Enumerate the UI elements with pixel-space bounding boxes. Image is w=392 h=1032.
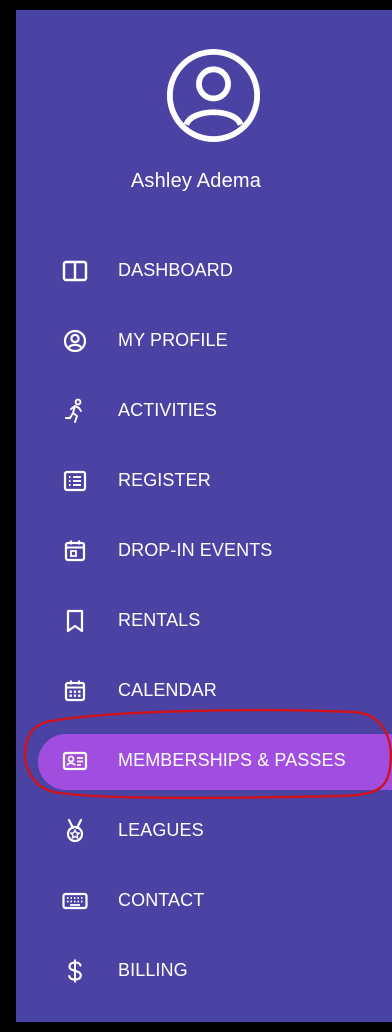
user-profile[interactable]: Ashley Adema <box>16 10 376 230</box>
user-name: Ashley Adema <box>130 170 262 192</box>
nav-item-register[interactable]: REGISTER <box>16 456 392 506</box>
nav-label: MEMBERSHIPS & PASSES <box>118 750 346 770</box>
nav-item-memberships-passes[interactable]: MEMBERSHIPS & PASSES <box>16 734 392 790</box>
nav-label: REGISTER <box>118 470 211 490</box>
nav-label: CALENDAR <box>118 680 217 700</box>
dollar-icon <box>61 957 89 985</box>
nav-label: CONTACT <box>118 890 205 910</box>
nav-label: DASHBOARD <box>118 260 233 280</box>
medal-icon <box>61 817 89 845</box>
bookmark-icon <box>61 607 89 635</box>
nav-item-leagues[interactable]: LEAGUES <box>16 806 392 856</box>
list-icon <box>61 467 89 495</box>
nav-item-calendar[interactable]: CALENDAR <box>16 666 392 716</box>
running-person-icon <box>61 397 89 425</box>
dashboard-icon <box>61 257 89 285</box>
sidebar: Ashley Adema DASHBOARD MY PROFILE ACTIVI… <box>16 10 392 1022</box>
id-card-icon <box>61 747 89 775</box>
nav-item-rentals[interactable]: RENTALS <box>16 596 392 646</box>
nav-label: LEAGUES <box>118 820 204 840</box>
nav-item-my-profile[interactable]: MY PROFILE <box>16 316 392 366</box>
nav-item-billing[interactable]: BILLING <box>16 946 392 996</box>
nav-item-drop-in-events[interactable]: DROP-IN EVENTS <box>16 526 392 576</box>
nav-label: BILLING <box>118 960 188 980</box>
nav-label: DROP-IN EVENTS <box>118 540 273 560</box>
nav-item-dashboard[interactable]: DASHBOARD <box>16 246 392 296</box>
profile-icon <box>61 327 89 355</box>
calendar-day-icon <box>61 537 89 565</box>
user-circle-icon <box>166 48 261 143</box>
keyboard-icon <box>61 887 89 915</box>
nav-item-contact[interactable]: CONTACT <box>16 876 392 926</box>
nav-label: ACTIVITIES <box>118 400 218 420</box>
nav-label: MY PROFILE <box>118 330 228 350</box>
calendar-icon <box>61 677 89 705</box>
nav-item-activities[interactable]: ACTIVITIES <box>16 386 392 436</box>
nav-label: RENTALS <box>118 610 201 630</box>
